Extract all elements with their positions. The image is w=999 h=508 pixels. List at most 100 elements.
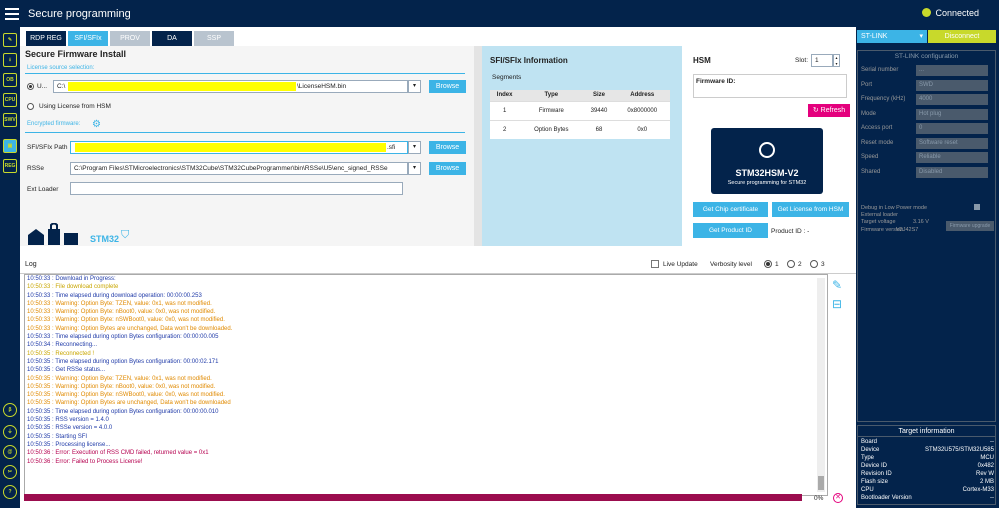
tool-icon[interactable]: ✂ [3, 465, 17, 479]
live-update-checkbox[interactable] [651, 260, 659, 268]
debug-lp-checkbox[interactable] [974, 204, 980, 210]
log-line: 10:50:35 : Warning: Option Byte: TZEN, v… [27, 375, 212, 382]
license-source-label: License source selection: [27, 65, 95, 71]
reg-icon[interactable]: REG [3, 159, 17, 173]
log-line: 10:50:35 : Get RSSe status... [27, 367, 106, 374]
segments-header: Type [519, 90, 584, 101]
connection-status: Connected [922, 8, 979, 18]
link-icon[interactable]: @ [3, 445, 17, 459]
log-title: Log [25, 261, 37, 268]
config-select[interactable]: SWD [916, 79, 988, 91]
browse-sfi-button[interactable]: Browse [429, 141, 466, 154]
ext-loader-input[interactable] [70, 182, 403, 195]
verbosity-label: Verbosity level [710, 261, 752, 268]
config-select[interactable]: Disabled [916, 166, 988, 178]
table-row[interactable]: 2 Option Bytes 68 0x0 [490, 119, 670, 139]
status-dot-icon [922, 8, 932, 17]
radio-license-file[interactable] [27, 83, 34, 90]
config-select[interactable]: 4000 [916, 94, 988, 105]
rsse-dropdown-icon[interactable]: ▾ [408, 162, 421, 175]
config-row: Port SWD [861, 79, 998, 92]
segments-label: Segments [492, 74, 522, 81]
edit-icon[interactable]: ✎ [3, 33, 17, 47]
ob-icon[interactable]: OB [3, 73, 17, 87]
config-row: Shared Disabled [861, 166, 998, 179]
browse-rsse-button[interactable]: Browse [429, 162, 466, 175]
tab-prov[interactable]: PROV [110, 31, 150, 46]
plug-icon[interactable]: ⏚ [3, 425, 17, 439]
config-select[interactable]: 0 [916, 123, 988, 134]
sfi-dropdown-icon[interactable]: ▾ [408, 141, 421, 154]
stlink-config-panel: ST-LINK configuration Serial number... Po… [857, 50, 996, 422]
target-info-row: Bootloader Version -- [861, 495, 994, 501]
log-output[interactable]: 10:50:33 : Download in Progress: 10:50:33… [24, 274, 828, 496]
config-select[interactable]: Hot plug [916, 108, 988, 120]
log-line: 10:50:36 : Error: Failed to Process Lice… [27, 458, 143, 465]
progress-bar [24, 494, 802, 501]
clear-log-icon[interactable]: ✎ [832, 278, 842, 292]
config-select[interactable]: Software reset [916, 137, 988, 149]
config-row: Access port 0 [861, 123, 998, 135]
config-select[interactable]: ... [916, 65, 988, 76]
get-chip-certificate-button[interactable]: Get Chip certificate [693, 202, 768, 217]
hsm-panel: HSM Slot: 1 ▴ ▾ Firmware ID: ↻ Refresh ST… [682, 46, 856, 246]
cancel-icon[interactable]: ✕ [833, 493, 843, 503]
table-row[interactable]: 1 Firmware 39440 0x8000000 [490, 100, 670, 120]
log-line: 10:50:33 : Warning: Option Byte: TZEN, v… [27, 300, 212, 307]
radio-hsm-license[interactable] [27, 103, 34, 110]
secure-icon[interactable]: ▣ [3, 139, 17, 153]
radio-hsm-license-label: Using License from HSM [39, 103, 111, 110]
chevron-down-icon: ▾ [919, 33, 923, 40]
verbosity-radio-3[interactable] [810, 260, 818, 268]
verbosity-radio-2[interactable] [787, 260, 795, 268]
log-line: 10:50:35 : Time elapsed during option By… [27, 408, 219, 415]
help-icon[interactable]: ? [3, 485, 17, 499]
get-license-button[interactable]: Get License from HSM [772, 202, 849, 217]
target-info-row: Device ID 0x482 [861, 463, 994, 469]
save-log-icon[interactable]: ⊟ [832, 297, 842, 311]
license-path-input[interactable]: C:\ \LicenseHSM.bin [53, 80, 408, 93]
log-line: 10:50:35 : Reconnected ! [27, 350, 95, 357]
ext-loader-label: Ext Loader [27, 186, 59, 193]
slot-spinner-icon[interactable]: ▴ ▾ [833, 54, 840, 67]
shield-icon: ⛉ [121, 229, 130, 241]
log-scrollbar[interactable] [817, 278, 825, 492]
refresh-button[interactable]: ↻ Refresh [808, 104, 850, 117]
target-info-row: Revision ID Rev W [861, 471, 994, 477]
swv-icon[interactable]: SWV [3, 113, 17, 127]
disconnect-button[interactable]: Disconnect [928, 30, 996, 43]
right-sidebar: ST-LINK ▾ Disconnect ST-LINK configuratio… [856, 27, 999, 508]
probe-select[interactable]: ST-LINK ▾ [857, 30, 927, 43]
license-dropdown-icon[interactable]: ▾ [408, 80, 421, 93]
progress-percent: 0% [814, 495, 824, 502]
hamburger-menu-icon[interactable] [5, 6, 19, 20]
verbosity-radio-1[interactable] [764, 260, 772, 268]
slot-label: Slot: [795, 57, 809, 64]
config-select[interactable]: Reliable [916, 152, 988, 163]
tab-da[interactable]: DA [152, 31, 192, 46]
stm32-logo: STM32 [90, 234, 120, 244]
rsse-path-input[interactable]: C:\Program Files\STMicroelectronics\STM3… [70, 162, 408, 175]
slot-input[interactable]: 1 [811, 54, 833, 67]
tab-ssp[interactable]: SSP [194, 31, 234, 46]
target-info-row: Flash size 2 MB [861, 479, 994, 485]
settings-gear-icon[interactable]: ⚙ [92, 119, 101, 130]
hsm-title: HSM [693, 56, 711, 65]
browse-license-button[interactable]: Browse [429, 80, 466, 93]
log-line: 10:50:35 : RSS version = 1.4.0 [27, 417, 109, 424]
sfi-path-input[interactable]: .sfi [70, 141, 408, 154]
firmware-upgrade-button[interactable]: Firmware upgrade [946, 221, 994, 231]
table-cell: 0x8000000 [614, 100, 670, 120]
firmware-id-box: Firmware ID: [693, 74, 847, 98]
get-product-id-button[interactable]: Get Product ID [693, 223, 768, 238]
download-icon[interactable]: ⭳ [3, 53, 17, 67]
log-line: 10:50:33 : Time elapsed during option By… [27, 334, 219, 341]
cpu-icon[interactable]: CPU [3, 93, 17, 107]
log-line: 10:50:35 : Warning: Option Byte: nSWBoot… [27, 392, 225, 399]
rsse-label: RSSe [27, 165, 44, 172]
log-line: 10:50:35 : Warning: Option Byte: nBoot0,… [27, 383, 216, 390]
tab-rdp-reg[interactable]: RDP REG [26, 31, 66, 46]
log-line: 10:50:34 : Reconnecting... [27, 342, 98, 349]
beta-icon[interactable]: β [3, 403, 17, 417]
tab-sfi-sfix[interactable]: SFI/SFIx [68, 31, 108, 46]
